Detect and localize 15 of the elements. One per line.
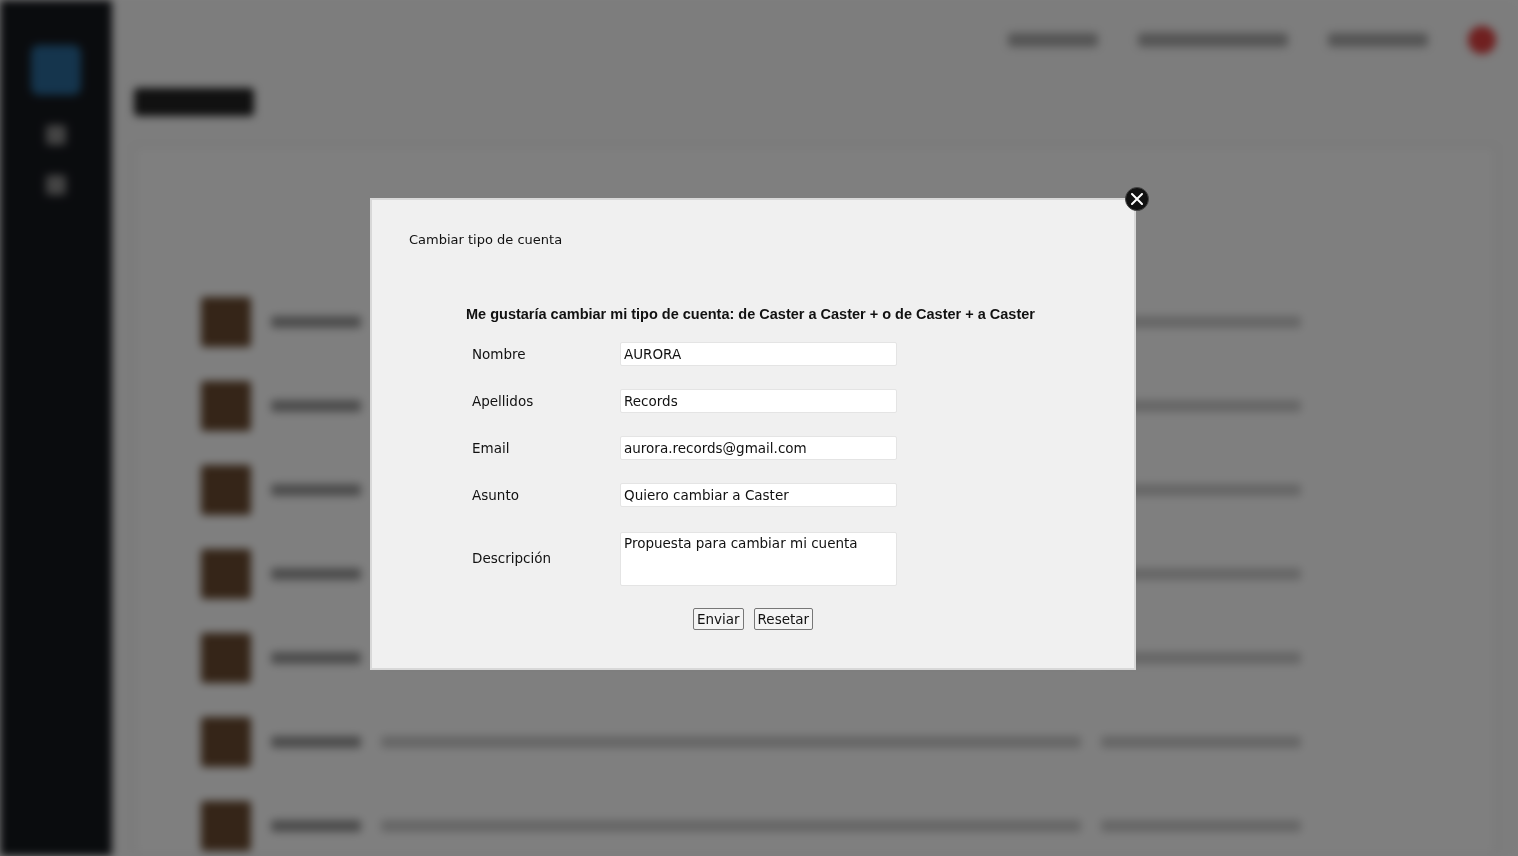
- input-field[interactable]: aurora.records@gmail.com: [620, 436, 897, 460]
- dialog-title: Cambiar tipo de cuenta: [409, 232, 564, 247]
- reset-button[interactable]: Resetar: [753, 608, 814, 630]
- field-label: Nombre: [472, 346, 527, 362]
- input-field[interactable]: Records: [620, 389, 897, 413]
- description-field[interactable]: Propuesta para cambiar mi cuenta: [620, 532, 897, 586]
- field-label: Email: [472, 440, 511, 456]
- submit-button[interactable]: Enviar: [692, 608, 744, 630]
- field-label: Descripción: [472, 550, 553, 566]
- input-field[interactable]: AURORA: [620, 342, 897, 366]
- form-heading: Me gustaría cambiar mi tipo de cuenta: de Caster a Caster + o de Caster + a Caster: [466, 306, 1036, 322]
- field-label: Asunto: [472, 487, 520, 503]
- field-label: Apellidos: [472, 393, 535, 409]
- input-field[interactable]: Quiero cambiar a Caster: [620, 483, 897, 507]
- close-icon: [1131, 193, 1143, 205]
